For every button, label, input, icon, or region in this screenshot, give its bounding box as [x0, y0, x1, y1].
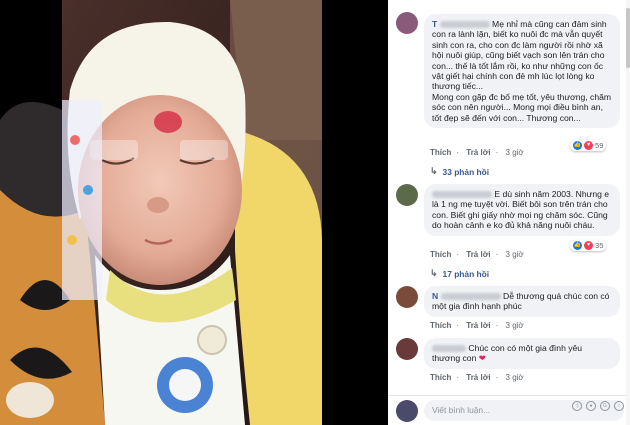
reply-button[interactable]: Trả lời — [466, 250, 490, 259]
avatar[interactable] — [396, 338, 418, 360]
photo-viewer: T Mẹ nhỉ mà cũng can đảm sinh con ra làn… — [0, 0, 630, 425]
photo-pane — [0, 0, 388, 425]
blurred-name — [432, 191, 492, 199]
comment-actions: Thích · Trả lời · 3 giờ — [430, 250, 524, 259]
comment-text-2: Mong con gặp đc bố mẹ tốt, yêu thương, c… — [432, 91, 612, 123]
baby-photo[interactable] — [0, 0, 388, 425]
reply-button[interactable]: Trả lời — [466, 148, 490, 157]
comment-time[interactable]: 3 giờ — [506, 250, 524, 259]
reaction-badge[interactable]: 👍 ♥ 59 — [570, 140, 607, 151]
reaction-count: 35 — [595, 241, 604, 250]
composer-icons: :) ● G ○ — [572, 401, 624, 411]
like-button[interactable]: Thích — [430, 250, 451, 259]
comment-author[interactable]: N — [432, 291, 438, 301]
comments-panel[interactable]: T Mẹ nhỉ mà cũng can đảm sinh con ra làn… — [388, 0, 630, 425]
gif-icon[interactable]: G — [600, 401, 610, 411]
comment-composer: Viết bình luận... :) ● G ○ — [388, 395, 630, 425]
heart-emoji-icon: ❤ — [478, 353, 486, 364]
avatar[interactable] — [396, 286, 418, 308]
scrollbar-thumb[interactable] — [626, 8, 630, 68]
like-reaction-icon: 👍 — [573, 241, 582, 250]
comment-bubble: Chúc con có một gia đình yêu thương con … — [424, 338, 620, 369]
comment-time[interactable]: 3 giờ — [506, 148, 524, 157]
view-replies-link[interactable]: ↳ 17 phản hồi — [430, 268, 489, 279]
reply-button[interactable]: Trả lời — [466, 373, 490, 382]
comment-author[interactable]: T — [432, 19, 437, 29]
comment-bubble: E dù sinh năm 2003. Nhưng e là 1 ng mẹ t… — [424, 184, 620, 236]
reply-arrow-icon: ↳ — [430, 268, 438, 278]
blurred-name — [439, 21, 490, 29]
comment-actions: Thích · Trả lời · 3 giờ — [430, 321, 524, 330]
reaction-count: 59 — [595, 141, 604, 150]
comment-text: Mẹ nhỉ mà cũng can đảm sinh con ra lành … — [432, 19, 607, 92]
avatar[interactable] — [396, 184, 418, 206]
view-replies-link[interactable]: ↳ 33 phản hồi — [430, 166, 489, 177]
comment-actions: Thích · Trả lời · 3 giờ — [430, 373, 524, 382]
like-button[interactable]: Thích — [430, 373, 451, 382]
reply-arrow-icon: ↳ — [430, 166, 438, 176]
like-reaction-icon: 👍 — [573, 141, 582, 150]
love-reaction-icon: ♥ — [584, 141, 593, 150]
like-button[interactable]: Thích — [430, 148, 451, 157]
camera-icon[interactable]: ● — [586, 401, 596, 411]
blurred-name — [440, 293, 501, 301]
reaction-badge[interactable]: 👍 ♥ 35 — [570, 240, 607, 251]
comment-actions: Thích · Trả lời · 3 giờ — [430, 148, 524, 157]
avatar[interactable] — [396, 12, 418, 34]
emoji-icon[interactable]: :) — [572, 401, 582, 411]
current-user-avatar — [396, 400, 418, 422]
replies-count: 17 phản hồi — [442, 268, 490, 279]
comment-time[interactable]: 3 giờ — [506, 373, 524, 382]
comment-bubble: N Dễ thương quá chúc con có một gia đình… — [424, 286, 620, 317]
reply-button[interactable]: Trả lời — [466, 321, 490, 330]
comment-time[interactable]: 3 giờ — [506, 321, 524, 330]
like-button[interactable]: Thích — [430, 321, 451, 330]
replies-count: 33 phản hồi — [442, 166, 490, 177]
sticker-icon[interactable]: ○ — [614, 401, 624, 411]
scrollbar[interactable] — [626, 0, 630, 425]
blurred-name — [432, 345, 466, 353]
love-reaction-icon: ♥ — [584, 241, 593, 250]
comment-bubble: T Mẹ nhỉ mà cũng can đảm sinh con ra làn… — [424, 14, 620, 129]
